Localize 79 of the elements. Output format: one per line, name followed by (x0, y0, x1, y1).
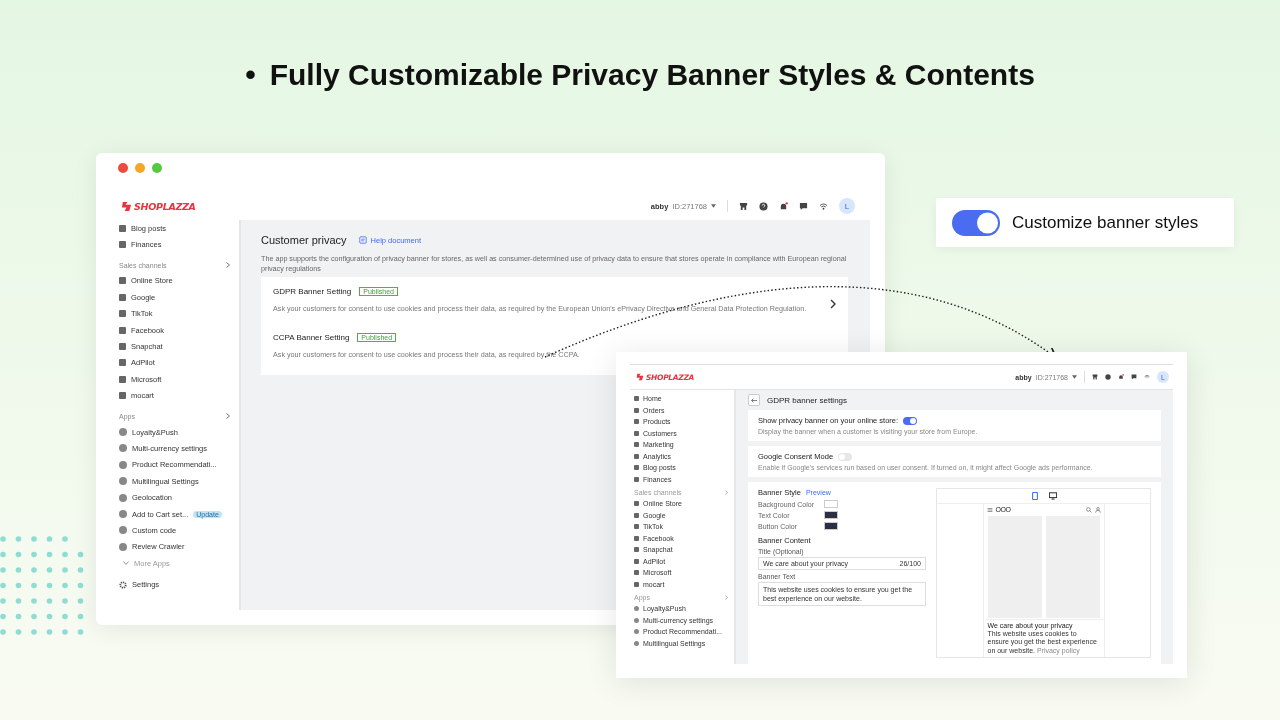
circle-icon (119, 428, 127, 437)
square-icon (634, 430, 639, 436)
bell-icon[interactable] (779, 201, 788, 211)
circle-icon (119, 542, 127, 551)
phone-icon[interactable] (1030, 492, 1039, 500)
menu-icon (986, 506, 993, 513)
square-icon (634, 453, 639, 459)
square-icon (634, 535, 639, 541)
square-icon (634, 524, 639, 530)
circle-icon (634, 629, 639, 635)
chevron-icon (123, 561, 129, 566)
square-icon (119, 359, 126, 367)
square-icon (119, 310, 126, 318)
monitor-icon[interactable] (1048, 492, 1057, 500)
help-icon[interactable] (1105, 374, 1111, 380)
bell-icon[interactable] (1118, 374, 1124, 380)
circle-icon (119, 510, 127, 519)
circle-icon (634, 640, 639, 646)
circle-icon (119, 460, 127, 469)
logo-icon (121, 200, 132, 212)
square-icon (634, 581, 639, 587)
toggle-switch[interactable] (838, 452, 853, 461)
toggle-switch[interactable] (903, 416, 918, 425)
square-icon (634, 547, 639, 553)
circle-icon (119, 526, 127, 535)
square-icon (634, 407, 639, 413)
bullet-mark: • (245, 58, 256, 92)
square-icon (119, 326, 126, 334)
wifi-icon[interactable] (1144, 374, 1150, 380)
square-icon (634, 465, 639, 471)
square-icon (634, 419, 639, 425)
toggle-label: Customize banner styles (1012, 212, 1199, 233)
circle-icon (119, 493, 127, 502)
square-icon (634, 570, 639, 576)
square-icon (634, 558, 639, 564)
square-icon (119, 375, 126, 383)
square-icon (634, 501, 639, 507)
search-icon (1085, 506, 1092, 513)
circle-icon (119, 444, 127, 453)
circle-icon (634, 617, 639, 623)
square-icon (119, 293, 126, 301)
page-title: GDPR banner settings (767, 395, 848, 405)
wifi-icon[interactable] (819, 201, 828, 211)
banner-setting-title: GDPR Banner Setting (273, 287, 352, 296)
square-icon (119, 277, 126, 285)
circle-icon (119, 477, 127, 486)
gear-icon (119, 580, 127, 589)
square-icon (119, 392, 126, 400)
help-icon[interactable] (759, 201, 768, 211)
back-button[interactable] (748, 394, 760, 406)
square-icon (634, 476, 639, 482)
user-avatar[interactable]: L (839, 198, 855, 214)
circle-icon (634, 606, 639, 612)
document-icon (358, 236, 367, 244)
banner-setting-title: CCPA Banner Setting (273, 333, 350, 342)
store-icon[interactable] (1092, 374, 1098, 380)
logo-icon (636, 373, 644, 381)
user-icon (1094, 506, 1101, 513)
chat-icon[interactable] (799, 201, 808, 211)
page-title: Customer privacy (261, 234, 347, 246)
square-icon (634, 396, 639, 402)
chevron-icon[interactable] (830, 299, 836, 309)
square-icon (634, 442, 639, 448)
close-button[interactable] (118, 163, 128, 173)
headline: Fully Customizable Privacy Banner Styles & Contents (269, 58, 1035, 92)
store-icon[interactable] (739, 201, 748, 211)
color-swatch[interactable] (824, 522, 838, 530)
back-arrow-icon (751, 397, 757, 403)
color-swatch[interactable] (824, 500, 838, 508)
caret-icon (1072, 375, 1077, 379)
square-icon (119, 241, 126, 249)
caret-icon (711, 204, 716, 208)
logo-text: SHOPLAZZA (134, 200, 196, 212)
toggle-switch[interactable] (952, 209, 1000, 236)
square-icon (119, 343, 126, 351)
chat-icon[interactable] (1131, 374, 1137, 380)
square-icon (119, 224, 126, 232)
square-icon (634, 512, 639, 518)
color-swatch[interactable] (824, 511, 838, 519)
